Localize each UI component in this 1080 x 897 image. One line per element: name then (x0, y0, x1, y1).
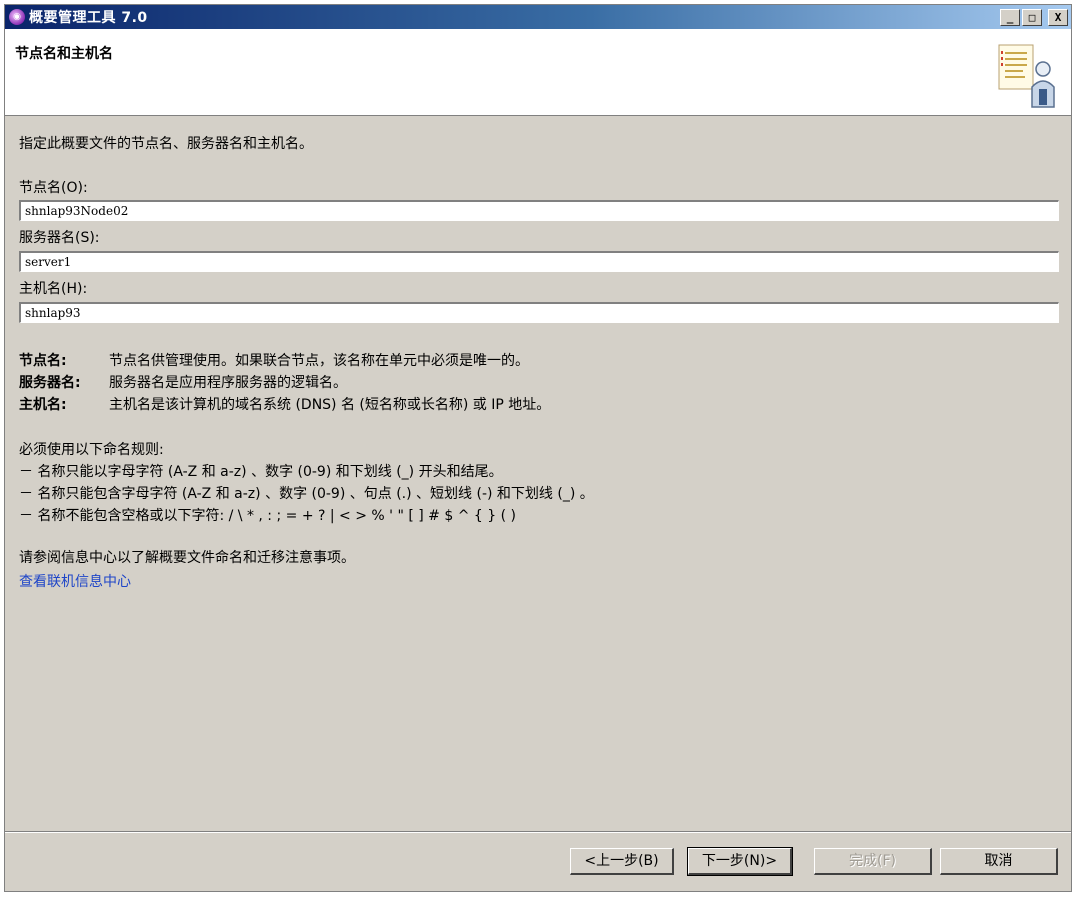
info-row-host: 主机名: 主机名是该计算机的域名系统 (DNS) 名 (短名称或长名称) 或 I… (19, 394, 550, 416)
server-name-label: 服务器名(S): (19, 230, 100, 246)
window-title: 概要管理工具 7.0 (29, 10, 148, 26)
info-key: 主机名: (19, 397, 67, 413)
server-name-input[interactable]: server1 (19, 251, 1059, 272)
window-controls: _ □ X (1000, 8, 1068, 26)
footer-divider (5, 831, 1071, 833)
rule-item: － 名称不能包含空格或以下字符: / \ * , : ; = + ? | < >… (19, 508, 516, 524)
node-name-label: 节点名(O): (19, 180, 88, 196)
app-icon: ◉ (9, 9, 25, 25)
node-name-input[interactable]: shnlap93Node02 (19, 200, 1059, 221)
info-text: 服务器名是应用程序服务器的逻辑名。 (109, 375, 347, 391)
maximize-button[interactable]: □ (1022, 8, 1042, 26)
info-key: 节点名: (19, 353, 67, 369)
reference-text: 请参阅信息中心以了解概要文件命名和迁移注意事项。 (19, 550, 355, 566)
host-name-label: 主机名(H): (19, 281, 88, 297)
close-button[interactable]: X (1048, 8, 1068, 26)
next-button[interactable]: 下一步(N)> (687, 847, 793, 876)
minimize-button[interactable]: _ (1000, 8, 1020, 26)
cancel-button[interactable]: 取消 (940, 848, 1058, 875)
info-text: 节点名供管理使用。如果联合节点，该名称在单元中必须是唯一的。 (109, 353, 529, 369)
info-center-link[interactable]: 查看联机信息中心 (19, 571, 131, 591)
wizard-header: 节点名和主机名 (5, 29, 1071, 116)
rules-title: 必须使用以下命名规则: (19, 442, 164, 458)
title-bar[interactable]: ◉ 概要管理工具 7.0 _ □ X (5, 5, 1071, 29)
host-name-input[interactable]: shnlap93 (19, 302, 1059, 323)
page-description: 指定此概要文件的节点名、服务器名和主机名。 (19, 136, 313, 152)
document-user-icon (998, 44, 1055, 108)
naming-rules: 必须使用以下命名规则: － 名称只能以字母字符 (A-Z 和 a-z) 、数字 … (19, 439, 594, 527)
rule-item: － 名称只能以字母字符 (A-Z 和 a-z) 、数字 (0-9) 和下划线 (… (19, 464, 503, 480)
info-row-server: 服务器名: 服务器名是应用程序服务器的逻辑名。 (19, 372, 550, 394)
info-row-node: 节点名: 节点名供管理使用。如果联合节点，该名称在单元中必须是唯一的。 (19, 350, 550, 372)
info-text: 主机名是该计算机的域名系统 (DNS) 名 (短名称或长名称) 或 IP 地址。 (109, 397, 551, 413)
rule-item: － 名称只能包含字母字符 (A-Z 和 a-z) 、数字 (0-9) 、句点 (… (19, 486, 594, 502)
back-button[interactable]: <上一步(B) (570, 848, 674, 875)
wizard-window: ◉ 概要管理工具 7.0 _ □ X 节点名和主机名 指定此概要文件的节点名、服… (4, 4, 1072, 892)
info-key: 服务器名: (19, 375, 81, 391)
field-info: 节点名: 节点名供管理使用。如果联合节点，该名称在单元中必须是唯一的。 服务器名… (19, 350, 550, 416)
finish-button[interactable]: 完成(F) (814, 848, 932, 875)
page-title: 节点名和主机名 (15, 46, 113, 62)
